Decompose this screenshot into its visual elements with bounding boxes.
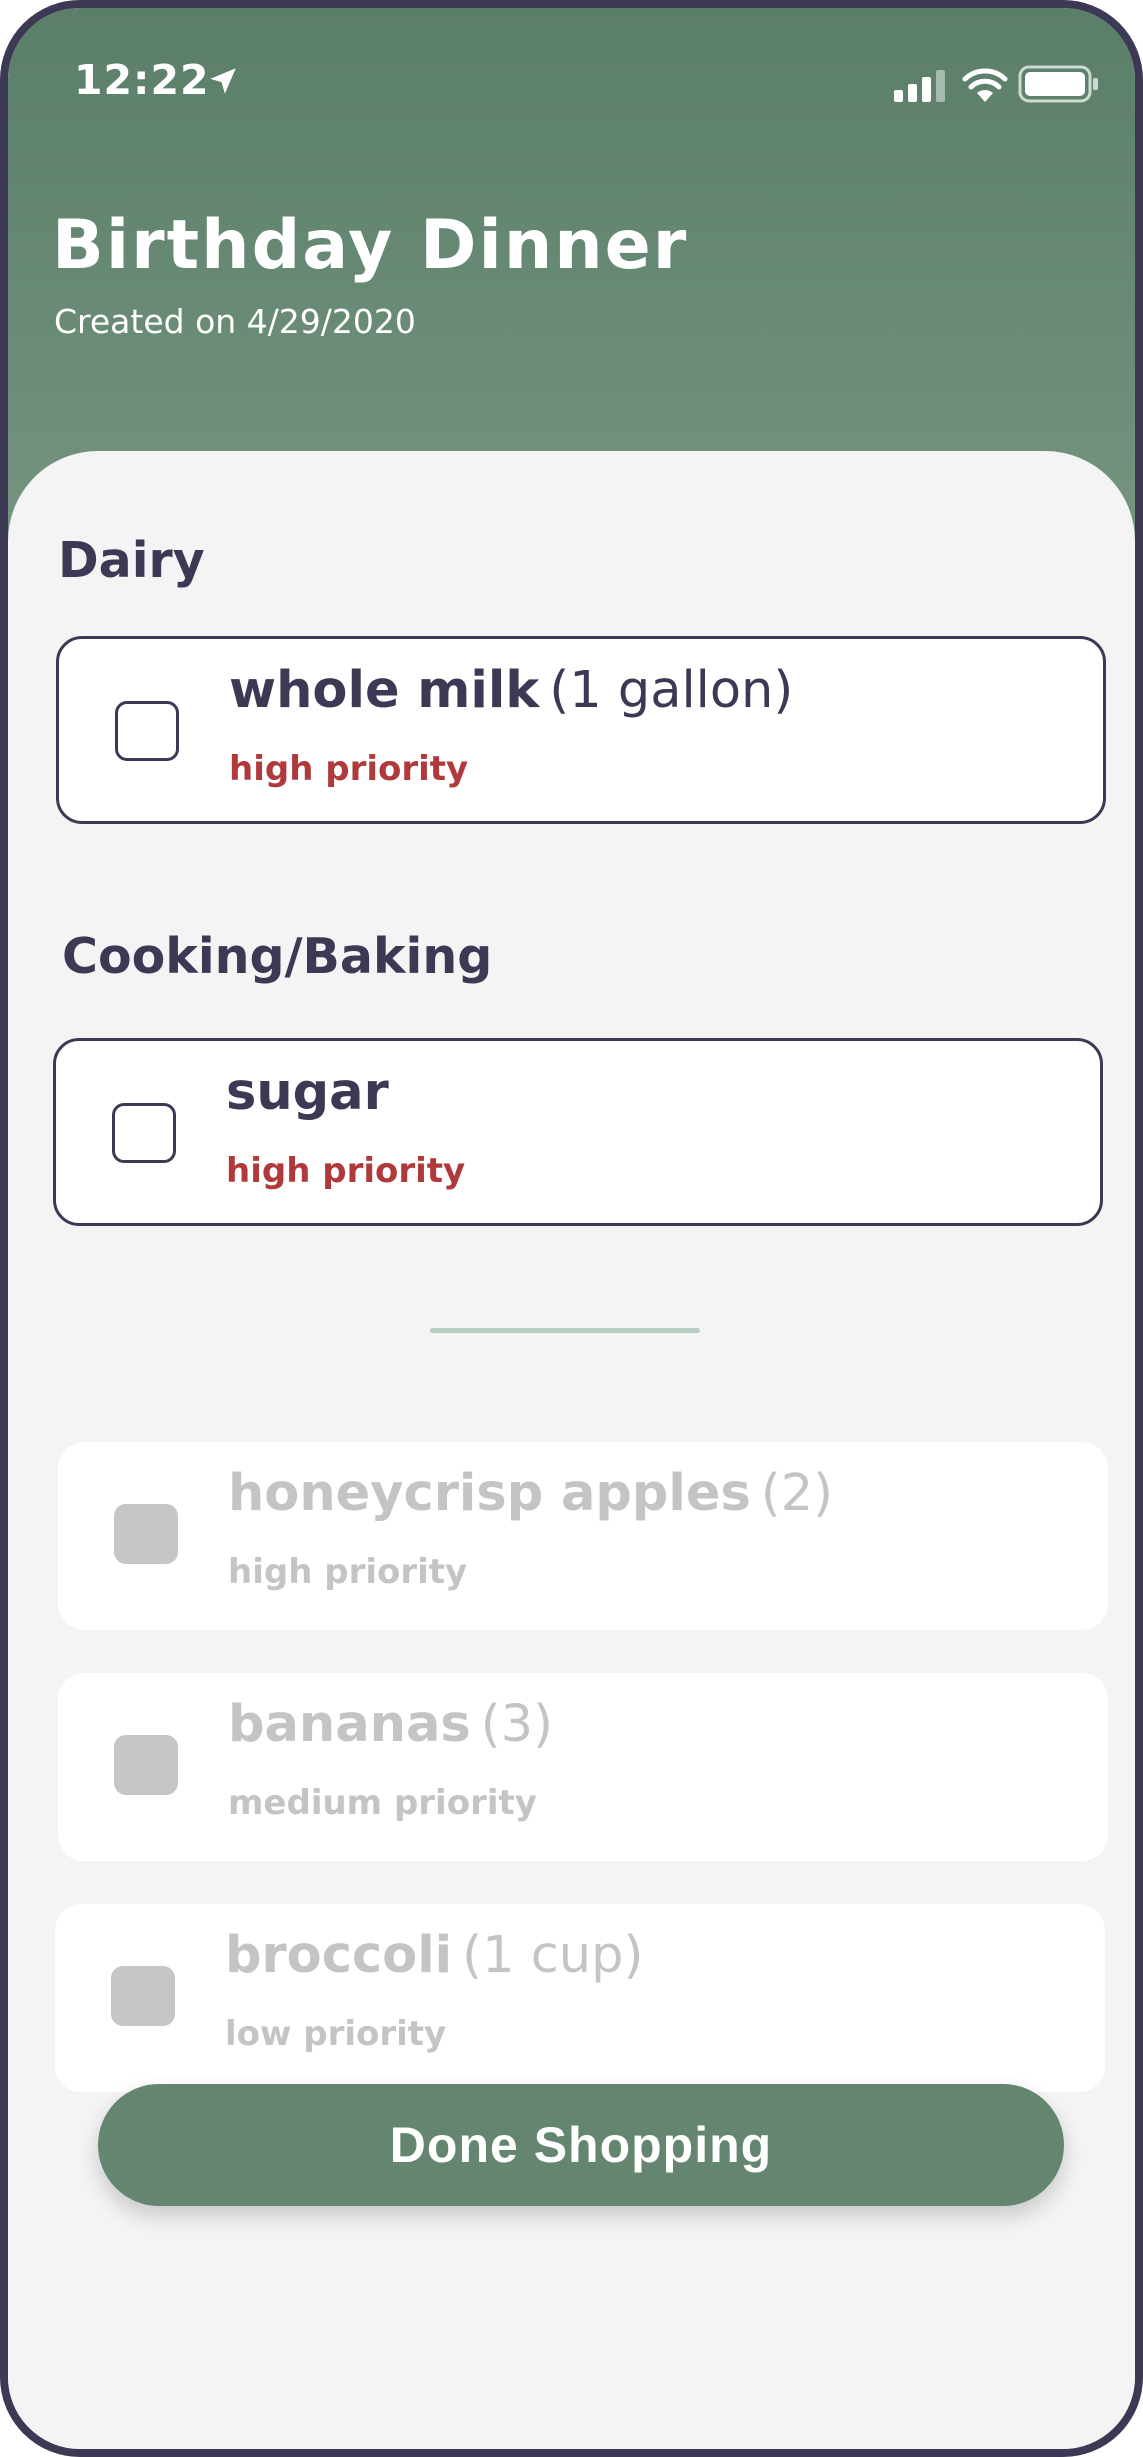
phone-frame: 12:22 Birthday Dinner Created on 4/29/20… (0, 0, 1143, 2457)
item-title: sugar (226, 1063, 389, 1122)
wifi-icon (962, 68, 1008, 102)
list-item-whole-milk[interactable]: whole milk (1 gallon) high priority (56, 636, 1106, 824)
item-checkbox-checked[interactable] (114, 1735, 178, 1795)
done-shopping-label: Done Shopping (389, 2117, 773, 2173)
list-item-sugar[interactable]: sugar high priority (53, 1038, 1103, 1226)
list-item-honeycrisp-apples[interactable]: honeycrisp apples (2) high priority (58, 1442, 1108, 1630)
item-priority: high priority (228, 1552, 468, 1592)
item-quantity: (1 cup) (462, 1926, 644, 1985)
list-item-broccoli[interactable]: broccoli (1 cup) low priority (55, 1904, 1105, 2092)
item-name: sugar (226, 1063, 389, 1122)
item-title: broccoli (1 cup) (225, 1926, 643, 1985)
item-name: bananas (228, 1695, 471, 1754)
page-title: Birthday Dinner (52, 206, 689, 285)
location-arrow-icon (210, 68, 236, 94)
item-name: honeycrisp apples (228, 1464, 751, 1523)
item-title: whole milk (1 gallon) (229, 661, 793, 720)
completed-divider (430, 1328, 700, 1333)
item-checkbox-checked[interactable] (111, 1966, 175, 2026)
status-time: 12:22 (74, 56, 210, 104)
item-name: whole milk (229, 661, 540, 720)
done-shopping-button[interactable]: Done Shopping (98, 2084, 1064, 2206)
item-priority: high priority (226, 1151, 466, 1191)
item-checkbox[interactable] (112, 1103, 176, 1163)
item-priority: medium priority (228, 1783, 537, 1823)
item-name: broccoli (225, 1926, 453, 1985)
item-title: honeycrisp apples (2) (228, 1464, 833, 1523)
item-checkbox-checked[interactable] (114, 1504, 178, 1564)
signal-icon (894, 70, 945, 102)
item-checkbox[interactable] (115, 701, 179, 761)
item-quantity: (3) (480, 1695, 553, 1754)
item-title: bananas (3) (228, 1695, 553, 1754)
item-quantity: (1 gallon) (549, 661, 794, 720)
section-title-cooking-baking: Cooking/Baking (62, 928, 493, 985)
list-item-bananas[interactable]: bananas (3) medium priority (58, 1673, 1108, 1861)
section-title-dairy: Dairy (58, 532, 205, 589)
created-date: Created on 4/29/2020 (54, 302, 416, 341)
item-priority: high priority (229, 749, 469, 789)
item-quantity: (2) (760, 1464, 834, 1523)
battery-icon (1018, 65, 1098, 103)
item-priority: low priority (225, 2014, 447, 2054)
status-bar: 12:22 (8, 8, 1135, 158)
